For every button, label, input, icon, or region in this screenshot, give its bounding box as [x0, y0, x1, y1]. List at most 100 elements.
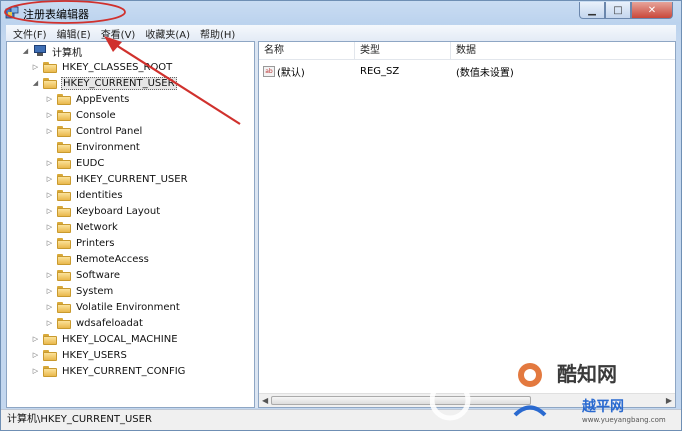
- menu-view[interactable]: 查看(V): [96, 26, 141, 41]
- tree-item-label: 计算机: [52, 47, 82, 59]
- expand-toggle-icon[interactable]: ▷: [45, 303, 54, 312]
- column-header-type[interactable]: 类型: [355, 42, 451, 60]
- value-name-cell: ab (默认): [259, 64, 355, 79]
- tree-item[interactable]: ▷ System: [45, 283, 114, 299]
- expand-toggle-icon[interactable]: ▷: [45, 191, 54, 200]
- watermark-url: www.yueyangbang.com: [582, 416, 666, 424]
- folder-icon: [57, 253, 71, 265]
- menu-favorites[interactable]: 收藏夹(A): [140, 26, 195, 41]
- tree-item[interactable]: ▷ Volatile Environment: [45, 299, 181, 315]
- close-button[interactable]: ✕: [631, 2, 673, 19]
- expand-toggle-icon[interactable]: ▷: [45, 175, 54, 184]
- expand-toggle-icon[interactable]: ▷: [45, 111, 54, 120]
- menu-bar: 文件(F) 编辑(E) 查看(V) 收藏夹(A) 帮助(H): [6, 25, 676, 41]
- expand-toggle-icon[interactable]: ▷: [31, 351, 40, 360]
- folder-icon: [57, 173, 71, 185]
- expand-toggle-icon[interactable]: ▷: [45, 207, 54, 216]
- folder-icon: [43, 77, 57, 89]
- column-header-data[interactable]: 数据: [451, 42, 675, 60]
- tree-item-label: Software: [76, 269, 121, 281]
- expand-toggle-icon[interactable]: ▷: [45, 159, 54, 168]
- tree-item[interactable]: ▷ HKEY_LOCAL_MACHINE: [31, 331, 179, 347]
- menu-file[interactable]: 文件(F): [8, 26, 52, 41]
- computer-icon: [33, 45, 47, 57]
- tree-item[interactable]: ▷ EUDC: [45, 155, 105, 171]
- folder-icon: [43, 349, 57, 361]
- tree-item[interactable]: ▷ Control Panel: [45, 123, 143, 139]
- expand-toggle-icon: [45, 255, 54, 264]
- expand-toggle-icon[interactable]: ▷: [45, 95, 54, 104]
- tree-item-label: Console: [76, 109, 116, 121]
- registry-app-icon: [5, 6, 19, 19]
- value-data: (数值未设置): [456, 67, 514, 79]
- expand-toggle-icon[interactable]: ▷: [45, 127, 54, 136]
- expand-toggle-icon[interactable]: ▷: [45, 319, 54, 328]
- tree-item-label: Keyboard Layout: [76, 205, 161, 217]
- value-type: REG_SZ: [360, 65, 400, 77]
- tree-item-label: HKEY_CLASSES_ROOT: [62, 61, 173, 73]
- collapse-toggle-icon[interactable]: ◢: [31, 79, 40, 88]
- tree-item-label: HKEY_CURRENT_USER: [61, 76, 177, 90]
- tree-item[interactable]: ◢ HKEY_CURRENT_USER: [31, 75, 177, 91]
- tree-item[interactable]: ▷ Network: [45, 219, 119, 235]
- folder-icon: [43, 61, 57, 73]
- maximize-button[interactable]: □: [605, 2, 631, 19]
- folder-icon: [57, 221, 71, 233]
- folder-icon: [43, 333, 57, 345]
- tree-root-computer[interactable]: ◢ 计算机: [21, 43, 83, 59]
- expand-toggle-icon[interactable]: ▷: [31, 63, 40, 72]
- tree-item[interactable]: ▷ Printers: [45, 235, 115, 251]
- folder-icon: [57, 205, 71, 217]
- expand-toggle-icon[interactable]: ▷: [45, 239, 54, 248]
- folder-icon: [57, 125, 71, 137]
- expand-toggle-icon[interactable]: ▷: [31, 335, 40, 344]
- tree-item-label: HKEY_USERS: [62, 349, 127, 361]
- window-title: 注册表编辑器: [23, 8, 89, 21]
- tree-item[interactable]: ▷ HKEY_CLASSES_ROOT: [31, 59, 173, 75]
- tree-item-label: AppEvents: [76, 93, 130, 105]
- expand-toggle-icon[interactable]: ▷: [45, 271, 54, 280]
- window-controls: ▁ □ ✕: [579, 2, 673, 19]
- tree-item[interactable]: ▷ HKEY_CURRENT_CONFIG: [31, 363, 186, 379]
- folder-icon: [57, 301, 71, 313]
- watermark-text-1: 酷知网: [557, 362, 617, 386]
- menu-help[interactable]: 帮助(H): [195, 26, 240, 41]
- key-tree-pane[interactable]: ◢ 计算机 ▷ HKEY_CLASSES_ROOT ◢ HKEY_CURRENT_US…: [6, 41, 255, 408]
- tree-item[interactable]: ▷ HKEY_USERS: [31, 347, 128, 363]
- folder-icon: [57, 157, 71, 169]
- tree-item[interactable]: ▷ Identities: [45, 187, 124, 203]
- folder-icon: [57, 93, 71, 105]
- tree-item[interactable]: ▷ Keyboard Layout: [45, 203, 161, 219]
- tree-item-label: Identities: [76, 189, 123, 201]
- tree-item[interactable]: ▷ Software: [45, 267, 121, 283]
- watermark-text-2: 越平网: [582, 399, 624, 415]
- collapse-toggle-icon[interactable]: ◢: [21, 47, 30, 56]
- list-header: 名称 类型 数据: [259, 42, 675, 60]
- list-item[interactable]: ab (默认) REG_SZ (数值未设置): [259, 63, 651, 79]
- column-header-name[interactable]: 名称: [259, 42, 355, 60]
- minimize-button[interactable]: ▁: [579, 2, 605, 19]
- tree-item[interactable]: RemoteAccess: [45, 251, 150, 267]
- scroll-right-icon[interactable]: ▶: [666, 396, 672, 405]
- expand-toggle-icon[interactable]: ▷: [45, 223, 54, 232]
- tree-item[interactable]: ▷ wdsafeloadat: [45, 315, 144, 331]
- menu-edit[interactable]: 编辑(E): [52, 26, 96, 41]
- tree-item[interactable]: ▷ AppEvents: [45, 91, 130, 107]
- value-name: (默认): [277, 67, 305, 79]
- expand-toggle-icon[interactable]: ▷: [45, 287, 54, 296]
- folder-icon: [57, 317, 71, 329]
- status-bar: 计算机\HKEY_CURRENT_USER: [1, 409, 681, 430]
- tree-item[interactable]: Environment: [45, 139, 141, 155]
- tree-item[interactable]: ▷ HKEY_CURRENT_USER: [45, 171, 189, 187]
- tree-item-label: wdsafeloadat: [76, 317, 143, 329]
- scroll-left-icon[interactable]: ◀: [262, 396, 268, 405]
- folder-icon: [57, 189, 71, 201]
- tree-item-label: Control Panel: [76, 125, 143, 137]
- title-bar[interactable]: 注册表编辑器 ▁ □ ✕: [1, 1, 681, 25]
- string-value-icon: ab: [263, 65, 275, 77]
- tree-item-label: Environment: [76, 141, 140, 153]
- tree-item-label: Volatile Environment: [76, 301, 180, 313]
- tree-item-label: Network: [76, 221, 118, 233]
- tree-item[interactable]: ▷ Console: [45, 107, 117, 123]
- expand-toggle-icon[interactable]: ▷: [31, 367, 40, 376]
